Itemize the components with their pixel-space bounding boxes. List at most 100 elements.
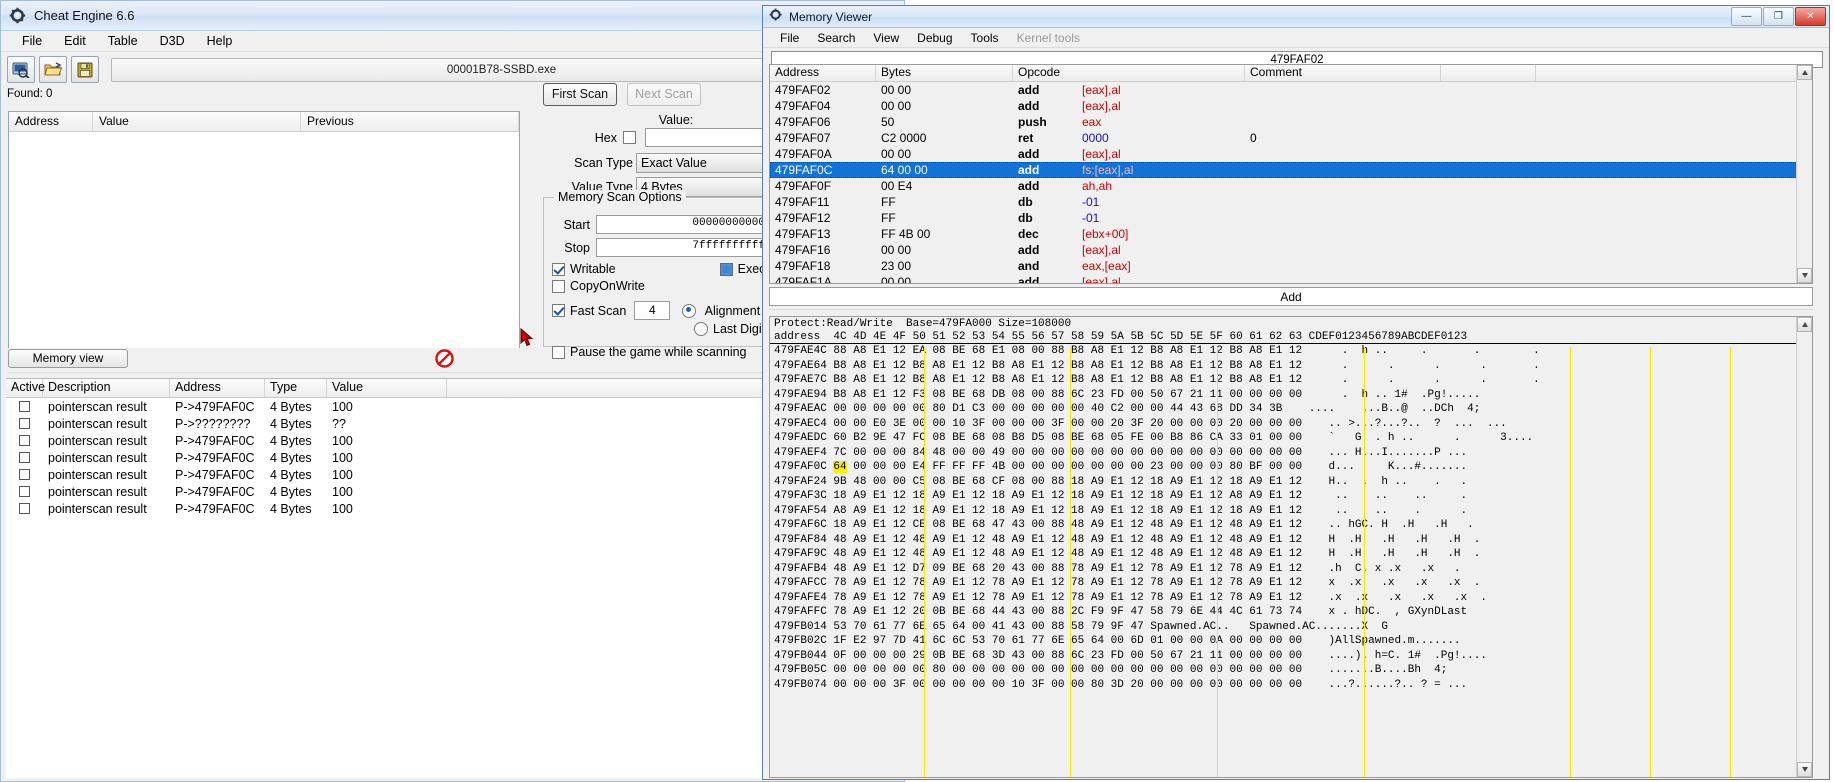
disasm-row[interactable]: 479FAF07 C2 0000 ret 0000 0 xyxy=(770,130,1812,146)
col-type[interactable]: Type xyxy=(265,379,327,397)
last-digits-radio[interactable] xyxy=(694,322,708,336)
row-active-checkbox[interactable] xyxy=(19,435,30,446)
hexdump-row[interactable]: 479FAE64 B8 A8 E1 12 B8 A8 E1 12 B8 A8 E… xyxy=(770,359,1812,374)
row-active-checkbox[interactable] xyxy=(19,503,30,514)
memory-view-button[interactable]: Memory view xyxy=(8,349,128,368)
row-active-checkbox[interactable] xyxy=(19,469,30,480)
hexdump-row[interactable]: 479FAFB4 48 A9 E1 12 D7 09 BE 68 20 43 0… xyxy=(770,562,1812,577)
hexdump-row[interactable]: 479FAF24 9B 48 00 00 C5 08 BE 68 CF 08 0… xyxy=(770,475,1812,490)
alignment-radio[interactable] xyxy=(682,303,697,318)
memory-viewer-titlebar[interactable]: Memory Viewer — ❐ ✕ xyxy=(763,6,1829,28)
scroll-up-icon[interactable] xyxy=(1797,65,1812,80)
disasm-col-extra[interactable] xyxy=(1441,65,1536,81)
hexdump-row[interactable]: 479FB074 00 00 00 3F 00 00 00 00 00 10 3… xyxy=(770,678,1812,693)
disasm-row[interactable]: 479FAF12 FF db -01 xyxy=(770,210,1812,226)
row-active-checkbox[interactable] xyxy=(19,486,30,497)
minimize-button[interactable]: — xyxy=(1731,7,1762,26)
hexdump-row[interactable]: 479FB05C 00 00 00 00 00 80 00 00 00 00 0… xyxy=(770,663,1812,678)
disasm-row[interactable]: 479FAF04 00 00 add [eax],al xyxy=(770,98,1812,114)
results-col-previous[interactable]: Previous xyxy=(301,112,519,131)
hex-scroll-up-icon[interactable] xyxy=(1797,317,1812,332)
disasm-row[interactable]: 479FAF0A 00 00 add [eax],al xyxy=(770,146,1812,162)
disasm-col-address[interactable]: Address xyxy=(770,65,876,81)
scan-results-list[interactable]: Address Value Previous xyxy=(8,111,520,348)
disasm-row[interactable]: 479FAF11 FF db -01 xyxy=(770,194,1812,210)
disasm-row[interactable]: 479FAF16 00 00 add [eax],al xyxy=(770,242,1812,258)
add-button[interactable]: Add xyxy=(769,287,1813,306)
row-active-cell[interactable] xyxy=(6,503,43,514)
disasm-row[interactable]: 479FAF1A 00 00 add [eax],al xyxy=(770,274,1812,283)
disassembler-pane[interactable]: Address Bytes Opcode Comment 479FAF02 00 … xyxy=(769,64,1813,284)
row-active-cell[interactable] xyxy=(6,418,43,429)
hexdump-scrollbar[interactable] xyxy=(1796,317,1812,777)
executable-checkbox[interactable] xyxy=(719,262,733,276)
hexdump-row[interactable]: 479FAE94 B8 A8 E1 12 F3 08 BE 68 DB 08 0… xyxy=(770,388,1812,403)
hexdump-row[interactable]: 479FAE4C 88 A8 E1 12 EA 08 BE 68 E1 08 0… xyxy=(770,344,1812,359)
copyonwrite-checkbox[interactable] xyxy=(552,279,565,293)
menu-file[interactable]: File xyxy=(11,32,53,50)
hex-checkbox[interactable] xyxy=(623,131,636,144)
hexdump-row[interactable]: 479FB044 0F 00 00 00 29 0B BE 68 3D 43 0… xyxy=(770,649,1812,664)
row-active-cell[interactable] xyxy=(6,469,43,480)
disassembler-scrollbar[interactable] xyxy=(1796,65,1812,283)
hexdump-row[interactable]: 479FAF54 A8 A9 E1 12 18 A9 E1 12 18 A9 E… xyxy=(770,504,1812,519)
row-active-cell[interactable] xyxy=(6,401,43,412)
row-active-checkbox[interactable] xyxy=(19,452,30,463)
save-disk-icon[interactable] xyxy=(71,56,99,83)
fast-scan-value-input[interactable]: 4 xyxy=(634,301,671,320)
close-button[interactable]: ✕ xyxy=(1795,7,1826,26)
row-active-checkbox[interactable] xyxy=(19,401,30,412)
hexdump-row[interactable]: 479FAF3C 18 A9 E1 12 18 A9 E1 12 18 A9 E… xyxy=(770,489,1812,504)
hexdump-row[interactable]: 479FAFCC 78 A9 E1 12 78 A9 E1 12 78 A9 E… xyxy=(770,576,1812,591)
first-scan-button[interactable]: First Scan xyxy=(543,83,617,106)
hexdump-row[interactable]: 479FAEDC 60 B2 9E 47 FC 08 BE 68 08 B8 D… xyxy=(770,431,1812,446)
menu-edit[interactable]: Edit xyxy=(53,32,97,50)
disasm-row[interactable]: 479FAF0C 64 00 00 add fs:[eax],al xyxy=(770,162,1812,178)
hexdump-row[interactable]: 479FAF84 48 A9 E1 12 48 A9 E1 12 48 A9 E… xyxy=(770,533,1812,548)
stop-sign-icon[interactable] xyxy=(435,349,454,368)
hexdump-row[interactable]: 479FAF6C 18 A9 E1 12 CE 08 BE 68 47 43 0… xyxy=(770,518,1812,533)
hexdump-row[interactable]: 479FB02C 1F E2 97 7D 41 6C 6C 53 70 61 7… xyxy=(770,634,1812,649)
disasm-col-opcode[interactable]: Opcode xyxy=(1013,65,1245,81)
mv-menu-file[interactable]: File xyxy=(771,30,808,46)
mv-menu-view[interactable]: View xyxy=(864,30,908,46)
hexdump-row[interactable]: 479FB014 53 70 61 77 6E 65 64 00 41 43 0… xyxy=(770,620,1812,635)
row-active-cell[interactable] xyxy=(6,486,43,497)
col-description[interactable]: Description xyxy=(43,379,170,397)
pause-game-checkbox[interactable] xyxy=(552,345,565,359)
selected-hex-byte[interactable]: 64 xyxy=(833,461,847,473)
disasm-row[interactable]: 479FAF02 00 00 add [eax],al xyxy=(770,82,1812,98)
row-active-checkbox[interactable] xyxy=(19,418,30,429)
hexdump-row[interactable]: 479FAFE4 78 A9 E1 12 78 A9 E1 12 78 A9 E… xyxy=(770,591,1812,606)
hexdump-row[interactable]: 479FAFFC 78 A9 E1 12 20 0B BE 68 44 43 0… xyxy=(770,605,1812,620)
hexdump-row[interactable]: 479FAEC4 00 00 E0 3E 00 00 10 3F 00 00 0… xyxy=(770,417,1812,432)
col-address[interactable]: Address xyxy=(170,379,265,397)
disasm-row[interactable]: 479FAF13 FF 4B 00 dec [ebx+00] xyxy=(770,226,1812,242)
open-folder-icon[interactable] xyxy=(39,56,67,83)
menu-help[interactable]: Help xyxy=(196,32,244,50)
hexdump-row[interactable]: 479FAEAC 00 00 00 00 00 80 D1 C3 00 00 0… xyxy=(770,402,1812,417)
mv-menu-debug[interactable]: Debug xyxy=(908,30,961,46)
hexdump-row[interactable]: 479FAE7C B8 A8 E1 12 B8 A8 E1 12 B8 A8 E… xyxy=(770,373,1812,388)
maximize-button[interactable]: ❐ xyxy=(1763,7,1794,26)
hexdump-pane[interactable]: Protect:Read/Write Base=479FA000 Size=10… xyxy=(769,316,1813,778)
fast-scan-checkbox[interactable] xyxy=(552,304,565,317)
mv-menu-tools[interactable]: Tools xyxy=(962,30,1008,46)
disasm-row[interactable]: 479FAF18 23 00 and eax,[eax] xyxy=(770,258,1812,274)
results-col-value[interactable]: Value xyxy=(93,112,301,131)
menu-d3d[interactable]: D3D xyxy=(149,32,196,50)
row-active-cell[interactable] xyxy=(6,452,43,463)
scroll-down-icon[interactable] xyxy=(1797,268,1812,283)
results-col-address[interactable]: Address xyxy=(9,112,93,131)
open-process-icon[interactable] xyxy=(7,56,35,83)
hex-scroll-down-icon[interactable] xyxy=(1797,762,1812,777)
disasm-col-comment[interactable]: Comment xyxy=(1245,65,1441,81)
disasm-row[interactable]: 479FAF0F 00 E4 add ah,ah xyxy=(770,178,1812,194)
disasm-col-bytes[interactable]: Bytes xyxy=(876,65,1013,81)
writable-checkbox[interactable] xyxy=(552,262,565,276)
hexdump-row[interactable]: 479FAF0C 64 00 00 00 E4 FF FF FF 4B 00 0… xyxy=(770,460,1812,475)
mv-menu-search[interactable]: Search xyxy=(808,30,864,46)
hexdump-row[interactable]: 479FAEF4 7C 00 00 00 84 48 00 00 49 00 0… xyxy=(770,446,1812,461)
row-active-cell[interactable] xyxy=(6,435,43,446)
col-value[interactable]: Value xyxy=(327,379,447,397)
